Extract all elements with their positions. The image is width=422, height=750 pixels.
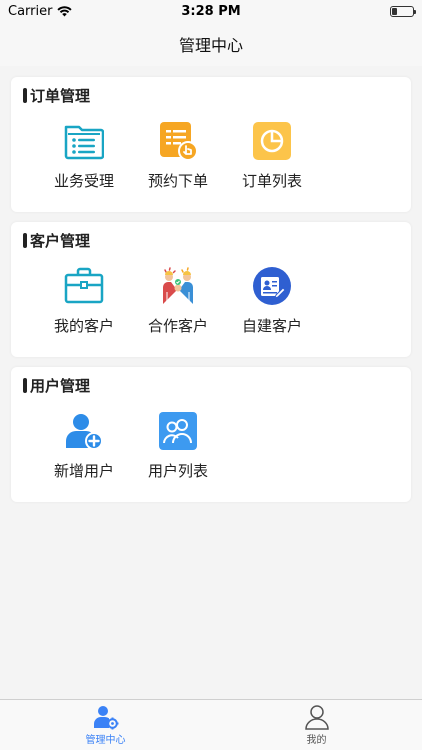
handshake-icon	[158, 266, 198, 306]
title-bar-marker	[23, 87, 27, 103]
order-touch-icon	[158, 121, 198, 161]
item-business-accept[interactable]: 业务受理	[37, 121, 131, 191]
item-partner-customers[interactable]: 合作客户	[131, 266, 225, 336]
section-customer-management: 客户管理 我的客户 合作客户 自建客户	[11, 222, 411, 357]
tab-bar: 管理中心 我的	[0, 699, 422, 750]
title-bar-marker	[23, 377, 27, 393]
section-order-management: 订单管理 业务受理 预约下单 订单列表	[11, 77, 411, 212]
item-grid: 我的客户 合作客户 自建客户	[23, 266, 399, 336]
item-my-customers[interactable]: 我的客户	[37, 266, 131, 336]
page-title: 管理中心	[178, 36, 243, 55]
status-right	[304, 5, 416, 17]
battery-level	[391, 7, 397, 15]
item-self-built-customers[interactable]: 自建客户	[225, 266, 319, 336]
item-label: 合作客户	[147, 317, 208, 335]
item-grid: 新增用户 用户列表	[23, 411, 399, 481]
tab-manager-center[interactable]: 管理中心	[0, 700, 211, 750]
status-left: Carrier	[8, 4, 118, 19]
section-user-management: 用户管理 新增用户 用户列表	[11, 367, 411, 502]
item-label: 用户列表	[147, 462, 208, 480]
add-user-icon	[64, 411, 104, 451]
item-label: 自建客户	[241, 317, 302, 335]
item-label: 订单列表	[241, 172, 302, 190]
content: 订单管理 业务受理 预约下单 订单列表 客户管理 我的客户 合作客户 自建客户 …	[0, 66, 422, 502]
item-grid: 业务受理 预约下单 订单列表	[23, 121, 399, 191]
profile-icon	[304, 704, 330, 730]
id-card-icon	[252, 266, 292, 306]
briefcase-icon	[64, 266, 104, 306]
folder-list-icon	[64, 121, 104, 161]
battery-icon	[389, 5, 416, 17]
status-time: 3:28 PM	[181, 3, 241, 19]
item-label: 预约下单	[147, 172, 208, 190]
section-title: 用户管理	[23, 375, 399, 395]
item-label: 业务受理	[53, 172, 114, 190]
tab-label: 我的	[306, 735, 327, 746]
item-label: 新增用户	[53, 462, 114, 480]
pie-chart-icon	[252, 121, 292, 161]
section-title-text: 用户管理	[30, 376, 91, 395]
item-order-list[interactable]: 订单列表	[225, 121, 319, 191]
section-title: 订单管理	[23, 85, 399, 105]
section-title-text: 订单管理	[30, 86, 91, 105]
item-label: 我的客户	[53, 317, 114, 335]
tab-mine[interactable]: 我的	[211, 700, 422, 750]
item-reserve-order[interactable]: 预约下单	[131, 121, 225, 191]
title-bar-marker	[23, 232, 27, 248]
carrier-label: Carrier	[8, 3, 53, 19]
section-title: 客户管理	[23, 230, 399, 250]
item-add-user[interactable]: 新增用户	[37, 411, 131, 481]
status-bar: Carrier 3:28 PM	[0, 0, 422, 22]
wifi-icon	[57, 5, 73, 16]
user-group-icon	[158, 411, 198, 451]
tab-label: 管理中心	[85, 735, 126, 746]
manager-gear-icon	[93, 704, 119, 730]
section-title-text: 客户管理	[30, 231, 91, 250]
item-user-list[interactable]: 用户列表	[131, 411, 225, 481]
nav-bar: 管理中心	[0, 22, 422, 66]
